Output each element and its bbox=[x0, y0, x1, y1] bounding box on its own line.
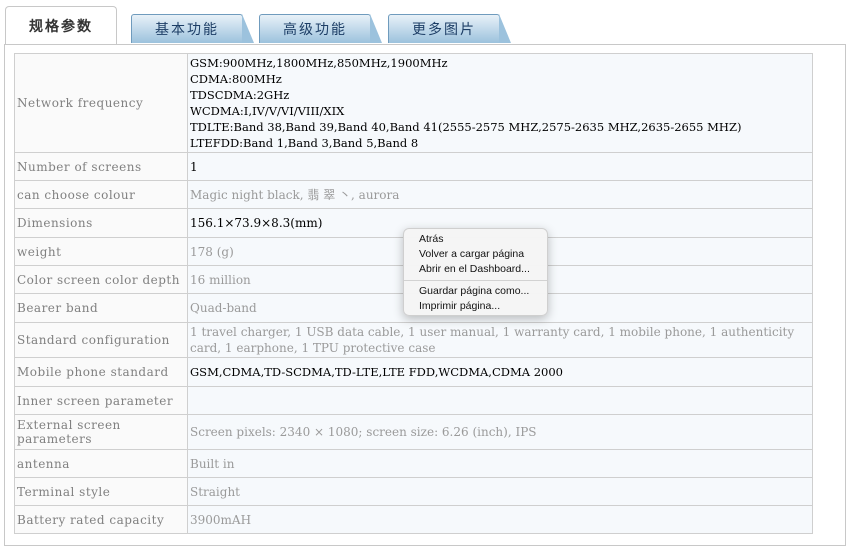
spec-value: GSM:900MHz,1800MHz,850MHz,1900MHz CDMA:8… bbox=[187, 53, 813, 153]
table-row: Mobile phone standard GSM,CDMA,TD-SCDMA,… bbox=[14, 357, 813, 387]
spec-label: antenna bbox=[14, 449, 188, 478]
spec-label: Battery rated capacity bbox=[14, 505, 188, 534]
menu-separator bbox=[404, 280, 547, 281]
spec-value-line: WCDMA:I,IV/V/VI/VIII/XIX bbox=[190, 104, 345, 118]
table-row: External screen parameters Screen pixels… bbox=[14, 414, 813, 450]
spec-value: 1 travel charger, 1 USB data cable, 1 us… bbox=[187, 322, 813, 358]
spec-value bbox=[187, 386, 813, 415]
spec-value: 1 bbox=[187, 152, 813, 181]
table-row: Inner screen parameter bbox=[14, 386, 813, 415]
menu-item-open-dashboard[interactable]: Abrir en el Dashboard... bbox=[404, 262, 547, 277]
tab-advanced-functions[interactable]: 高级功能 bbox=[259, 14, 382, 43]
spec-value-line: GSM:900MHz,1800MHz,850MHz,1900MHz bbox=[190, 56, 448, 70]
spec-label: Dimensions bbox=[14, 208, 188, 238]
spec-value: Straight bbox=[187, 477, 813, 506]
spec-value: Screen pixels: 2340 × 1080; screen size:… bbox=[187, 414, 813, 450]
menu-item-save-page[interactable]: Guardar página como... bbox=[404, 284, 547, 299]
spec-label: Bearer band bbox=[14, 293, 188, 323]
spec-value-line: CDMA:800MHz bbox=[190, 72, 282, 86]
tab-more-pictures[interactable]: 更多图片 bbox=[388, 14, 511, 43]
spec-value: Magic night black, 翡 翠 丶, aurora bbox=[187, 180, 813, 209]
spec-value-line: TDLTE:Band 38,Band 39,Band 40,Band 41(25… bbox=[190, 120, 742, 134]
spec-label: Color screen color depth bbox=[14, 265, 188, 294]
tab-bar: 规格参数 基本功能 高级功能 更多图片 bbox=[0, 0, 850, 45]
spec-label: Standard configuration bbox=[14, 322, 188, 358]
table-row: Terminal style Straight bbox=[14, 477, 813, 506]
table-row: Network frequency GSM:900MHz,1800MHz,850… bbox=[14, 53, 813, 153]
spec-label: Inner screen parameter bbox=[14, 386, 188, 415]
menu-item-back[interactable]: Atrás bbox=[404, 232, 547, 247]
table-row: antenna Built in bbox=[14, 449, 813, 478]
menu-item-print-page[interactable]: Imprimir página... bbox=[404, 299, 547, 314]
spec-value: GSM,CDMA,TD-SCDMA,TD-LTE,LTE FDD,WCDMA,C… bbox=[187, 357, 813, 387]
spec-label: Mobile phone standard bbox=[14, 357, 188, 387]
spec-value-line: LTEFDD:Band 1,Band 3,Band 5,Band 8 bbox=[190, 136, 419, 150]
table-row: Battery rated capacity 3900mAH bbox=[14, 505, 813, 534]
spec-label: Network frequency bbox=[14, 53, 188, 153]
spec-label: Terminal style bbox=[14, 477, 188, 506]
tab-basic-functions[interactable]: 基本功能 bbox=[131, 14, 254, 43]
table-row: Number of screens 1 bbox=[14, 152, 813, 181]
spec-label: External screen parameters bbox=[14, 414, 188, 450]
context-menu: Atrás Volver a cargar página Abrir en el… bbox=[403, 228, 548, 316]
spec-label: Number of screens bbox=[14, 152, 188, 181]
menu-item-reload[interactable]: Volver a cargar página bbox=[404, 247, 547, 262]
table-row: Standard configuration 1 travel charger,… bbox=[14, 322, 813, 358]
tab-specs[interactable]: 规格参数 bbox=[5, 6, 117, 45]
table-row: can choose colour Magic night black, 翡 翠… bbox=[14, 180, 813, 209]
spec-label: weight bbox=[14, 237, 188, 266]
spec-value-line: TDSCDMA:2GHz bbox=[190, 88, 290, 102]
spec-value: 3900mAH bbox=[187, 505, 813, 534]
spec-value: Built in bbox=[187, 449, 813, 478]
spec-label: can choose colour bbox=[14, 180, 188, 209]
